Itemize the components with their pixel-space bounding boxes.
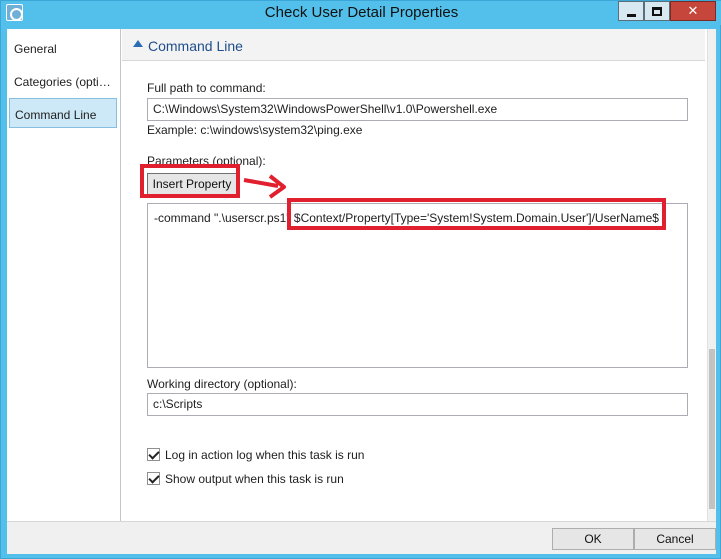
window-controls: ✕	[618, 1, 716, 21]
sidebar-nav: General Categories (opti… Command Line	[7, 29, 121, 521]
title-bar[interactable]: Check User Detail Properties ✕	[1, 1, 721, 25]
window-title: Check User Detail Properties	[264, 4, 459, 21]
command-line-panel: Command Line Full path to command: C:\Wi…	[122, 29, 707, 521]
dialog-client-area: General Categories (opti… Command Line C…	[7, 29, 716, 554]
close-icon: ✕	[687, 3, 699, 18]
dialog-footer: OK Cancel	[7, 521, 716, 554]
full-path-label: Full path to command:	[147, 81, 266, 95]
show-output-label[interactable]: Show output when this task is run	[165, 472, 344, 486]
minimize-button[interactable]	[618, 1, 644, 21]
ok-button[interactable]: OK	[552, 528, 634, 550]
show-output-checkbox[interactable]	[147, 472, 160, 485]
working-directory-input[interactable]: c:\Scripts	[147, 393, 688, 416]
chevron-up-icon[interactable]	[133, 40, 143, 47]
parameters-prefix-text: -command ".\userscr.ps1"	[154, 211, 294, 225]
maximize-button[interactable]	[644, 1, 670, 21]
sidebar-item-categories[interactable]: Categories (opti…	[9, 66, 117, 96]
log-action-label[interactable]: Log in action log when this task is run	[165, 448, 364, 462]
section-title: Command Line	[148, 38, 243, 54]
sidebar-item-general[interactable]: General	[9, 33, 117, 63]
cancel-button[interactable]: Cancel	[634, 528, 716, 550]
vertical-scrollbar[interactable]	[707, 29, 716, 521]
full-path-input[interactable]: C:\Windows\System32\WindowsPowerShell\v1…	[147, 98, 688, 121]
working-directory-label: Working directory (optional):	[147, 377, 297, 391]
example-text: Example: c:\windows\system32\ping.exe	[147, 123, 363, 137]
section-header[interactable]: Command Line	[122, 29, 705, 61]
maximize-icon	[652, 6, 662, 16]
insert-property-highlight	[140, 164, 240, 198]
scrollbar-thumb[interactable]	[709, 349, 715, 509]
property-token-highlight	[287, 198, 666, 230]
dialog-window: Check User Detail Properties ✕ General C…	[0, 0, 721, 559]
close-button[interactable]: ✕	[670, 1, 716, 21]
minimize-icon	[626, 13, 636, 17]
log-action-checkbox[interactable]	[147, 448, 160, 461]
annotation-arrow-icon	[243, 174, 286, 199]
sidebar-item-command-line[interactable]: Command Line	[9, 98, 117, 128]
